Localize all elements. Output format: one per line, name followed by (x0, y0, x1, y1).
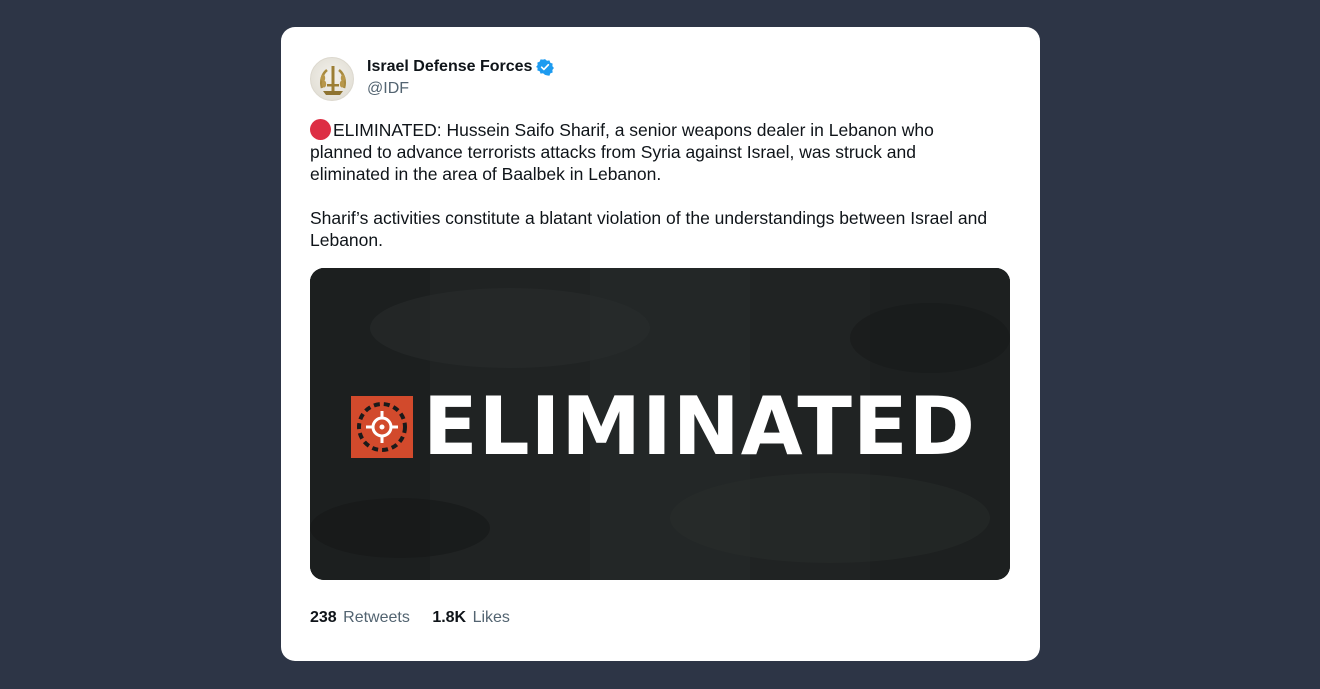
retweets-stat[interactable]: 238 Retweets (310, 609, 410, 627)
idf-emblem-icon (319, 66, 347, 95)
likes-count: 1.8K (432, 609, 467, 626)
eliminated-banner: ELIMINATED (351, 380, 977, 473)
retweets-label: Retweets (343, 609, 410, 626)
tweet-paragraph-text: ELIMINATED: Hussein Saifo Sharif, a seni… (310, 120, 934, 184)
tweet-header: Israel Defense Forces @IDF (310, 56, 710, 102)
crosshair-target-icon (351, 396, 413, 458)
avatar[interactable] (310, 57, 354, 101)
banner-text: ELIMINATED (423, 380, 977, 473)
tweet-paragraph: ELIMINATED: Hussein Saifo Sharif, a seni… (310, 119, 1000, 185)
tweet-paragraph-text: Sharif’s activities constitute a blatant… (310, 208, 988, 250)
tweet-text: ELIMINATED: Hussein Saifo Sharif, a seni… (310, 119, 1000, 251)
likes-label: Likes (472, 609, 510, 626)
retweets-count: 238 (310, 609, 337, 626)
display-name[interactable]: Israel Defense Forces (367, 58, 532, 76)
tweet-stats: 238 Retweets 1.8K Likes (310, 609, 528, 627)
tweet-card: Israel Defense Forces @IDF ELIMINATED: H… (281, 27, 1040, 661)
user-handle[interactable]: @IDF (367, 80, 409, 98)
tweet-media-image[interactable]: ELIMINATED (310, 268, 1010, 580)
tweet-paragraph: Sharif’s activities constitute a blatant… (310, 207, 1000, 251)
red-circle-icon (310, 119, 331, 140)
likes-stat[interactable]: 1.8K Likes (432, 609, 510, 627)
name-row: Israel Defense Forces (367, 58, 555, 76)
verified-badge-icon (536, 58, 555, 76)
